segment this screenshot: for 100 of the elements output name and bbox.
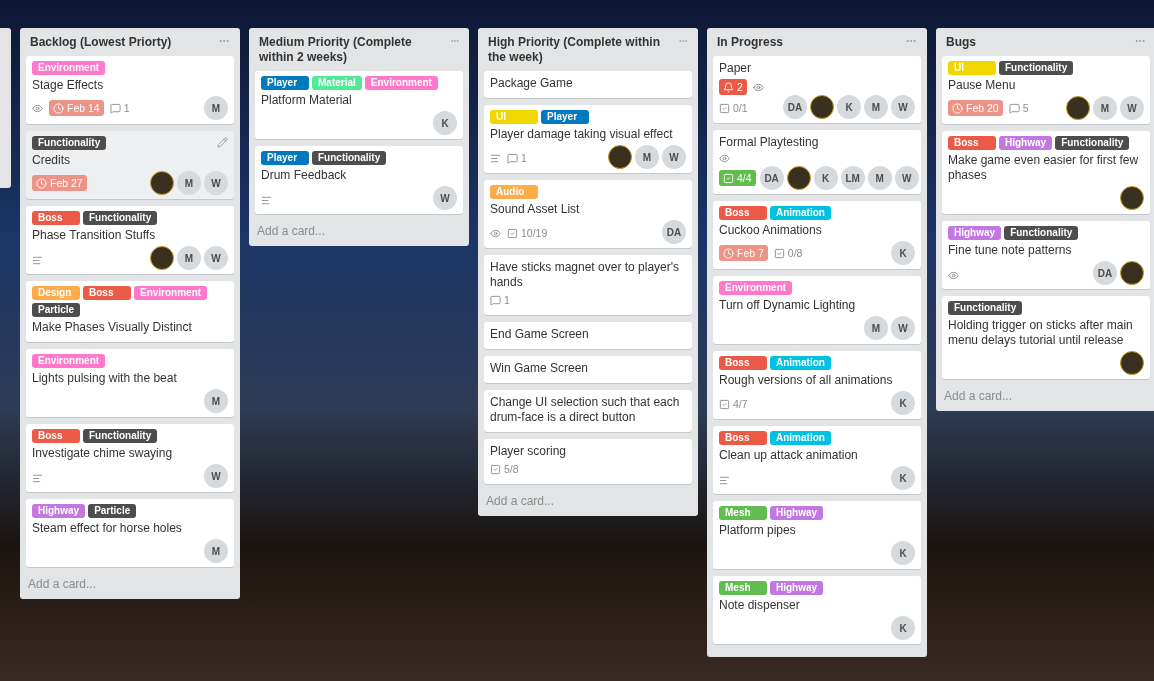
member-initials[interactable]: M [1093,96,1117,120]
checklist-badge: 0/1 [719,101,748,115]
card-label: Boss [32,429,80,443]
card-label: Highway [770,506,824,520]
avatar-icon[interactable] [1120,351,1144,375]
member-initials[interactable]: M [177,246,201,270]
card[interactable]: Mesh Highway Platform pipes K [713,501,921,569]
card-title: Make Phases Visually Distinct [32,320,193,335]
card[interactable]: Design Boss Environment Particle Make Phases Visually Distinct [26,281,234,342]
member-initials[interactable]: M [864,95,888,119]
card-label: Player [261,76,309,90]
member-initials[interactable]: K [433,111,457,135]
card-label: Boss [719,356,767,370]
card[interactable]: Mesh Highway Note dispenser K [713,576,921,644]
card-title: Investigate chime swaying [32,446,174,461]
card-title: Pause Menu [948,78,1017,93]
member-initials[interactable]: M [204,96,228,120]
avatar-icon[interactable] [1120,261,1144,285]
card[interactable]: Have sticks magnet over to player's hands 1 [484,255,692,315]
card[interactable]: End Game Screen [484,322,692,349]
avatar-icon[interactable] [150,171,174,195]
card[interactable]: UI Player Player damage taking visual effect 1 M W [484,105,692,173]
card[interactable]: Environment Turn off Dynamic Lighting M W [713,276,921,344]
member-initials[interactable]: DA [783,95,807,119]
member-initials[interactable]: W [891,95,915,119]
member-initials[interactable]: W [433,186,457,210]
card-label: Particle [88,504,137,518]
card[interactable]: UI Functionality Pause Menu Feb 20 5 M W [942,56,1150,124]
member-initials[interactable]: K [813,166,838,190]
due-date-badge: Feb 20 [948,100,1003,116]
card[interactable]: Highway Functionality Fine tune note patterns DA [942,221,1150,289]
card[interactable]: Boss Animation Clean up attack animation K [713,426,921,494]
checklist-badge: 4/7 [719,397,748,411]
card-label: Highway [770,581,824,595]
card[interactable]: Boss Animation Rough versions of all animations 4/7 K [713,351,921,419]
card-label: Material [312,76,362,90]
card[interactable]: Paper 2 0/1 DA K M W [713,56,921,123]
avatar-icon[interactable] [786,166,811,190]
member-initials[interactable]: M [635,145,659,169]
member-initials[interactable]: M [867,166,892,190]
member-initials[interactable]: M [864,316,888,340]
member-initials[interactable]: W [1120,96,1144,120]
member-initials[interactable]: DA [662,220,686,244]
card-label: Boss [83,286,131,300]
member-initials[interactable]: W [662,145,686,169]
card[interactable]: Functionality Credits Feb 27 M W [26,131,234,199]
avatar-icon[interactable] [608,145,632,169]
due-date-badge: Feb 7 [719,245,768,261]
card[interactable]: Audio Sound Asset List 10/19 DA [484,180,692,248]
member-initials[interactable]: W [204,246,228,270]
avatar-icon[interactable] [810,95,834,119]
card[interactable]: Boss Highway Functionality Make game even easier for first few phases [942,131,1150,214]
member-initials[interactable]: W [891,316,915,340]
card-label: Boss [719,206,767,220]
card[interactable]: Highway Particle Steam effect for horse holes M [26,499,234,567]
card[interactable]: Boss Functionality Investigate chime swaying W [26,424,234,492]
member-initials[interactable]: M [177,171,201,195]
member-initials[interactable]: W [204,464,228,488]
card[interactable]: Boss Functionality Phase Transition Stuffs M W [26,206,234,274]
member-initials[interactable]: M [204,539,228,563]
avatar-icon[interactable] [1066,96,1090,120]
checklist-badge: 5/8 [490,462,519,476]
card-label: Environment [364,76,438,90]
member-initials[interactable]: W [204,171,228,195]
card[interactable]: Package Game [484,71,692,98]
card[interactable]: Boss Animation Cuckoo Animations Feb 7 0/8 K [713,201,921,269]
card[interactable]: Formal Playtesting 4/4 DA K LM M W [713,130,921,194]
member-initials[interactable]: K [891,466,915,490]
card-label: Player [261,151,309,165]
card[interactable]: Environment Lights pulsing with the beat M [26,349,234,417]
member-initials[interactable]: LM [840,166,865,190]
card[interactable]: Win Game Screen [484,356,692,383]
comments-badge: 1 [109,101,130,115]
card-title: Stage Effects [32,78,105,93]
avatar-icon[interactable] [1120,186,1144,210]
member-initials[interactable]: M [204,389,228,413]
card[interactable]: Environment Stage Effects Feb 14 1 M [26,56,234,124]
card[interactable]: Player Material Environment Platform Material K [255,71,463,139]
member-initials[interactable]: K [891,391,915,415]
member-initials[interactable]: DA [1093,261,1117,285]
description-icon [490,152,501,164]
member-initials[interactable]: K [837,95,861,119]
description-icon [32,473,43,484]
member-initials[interactable]: W [894,166,919,190]
card[interactable]: Player scoring 5/8 [484,439,692,484]
checklist-badge: 0/8 [773,246,803,260]
card[interactable]: Functionality Holding trigger on sticks after main menu delays tutorial until release [942,296,1150,379]
member-initials[interactable]: K [891,541,915,565]
member-initials[interactable]: K [891,616,915,640]
watch-icon [719,153,730,164]
card[interactable]: Change UI selection such that each drum-face is a direct button [484,390,692,432]
card[interactable]: Player Functionality Drum Feedback W [255,146,463,214]
member-initials[interactable]: DA [759,166,784,190]
member-initials[interactable]: K [891,241,915,265]
card-title: Lights pulsing with the beat [32,371,178,386]
card-title: Phase Transition Stuffs [32,228,157,243]
description-icon [261,195,272,206]
avatar-icon[interactable] [150,246,174,270]
card-label: Animation [770,356,831,370]
card-title: Paper [719,61,753,76]
